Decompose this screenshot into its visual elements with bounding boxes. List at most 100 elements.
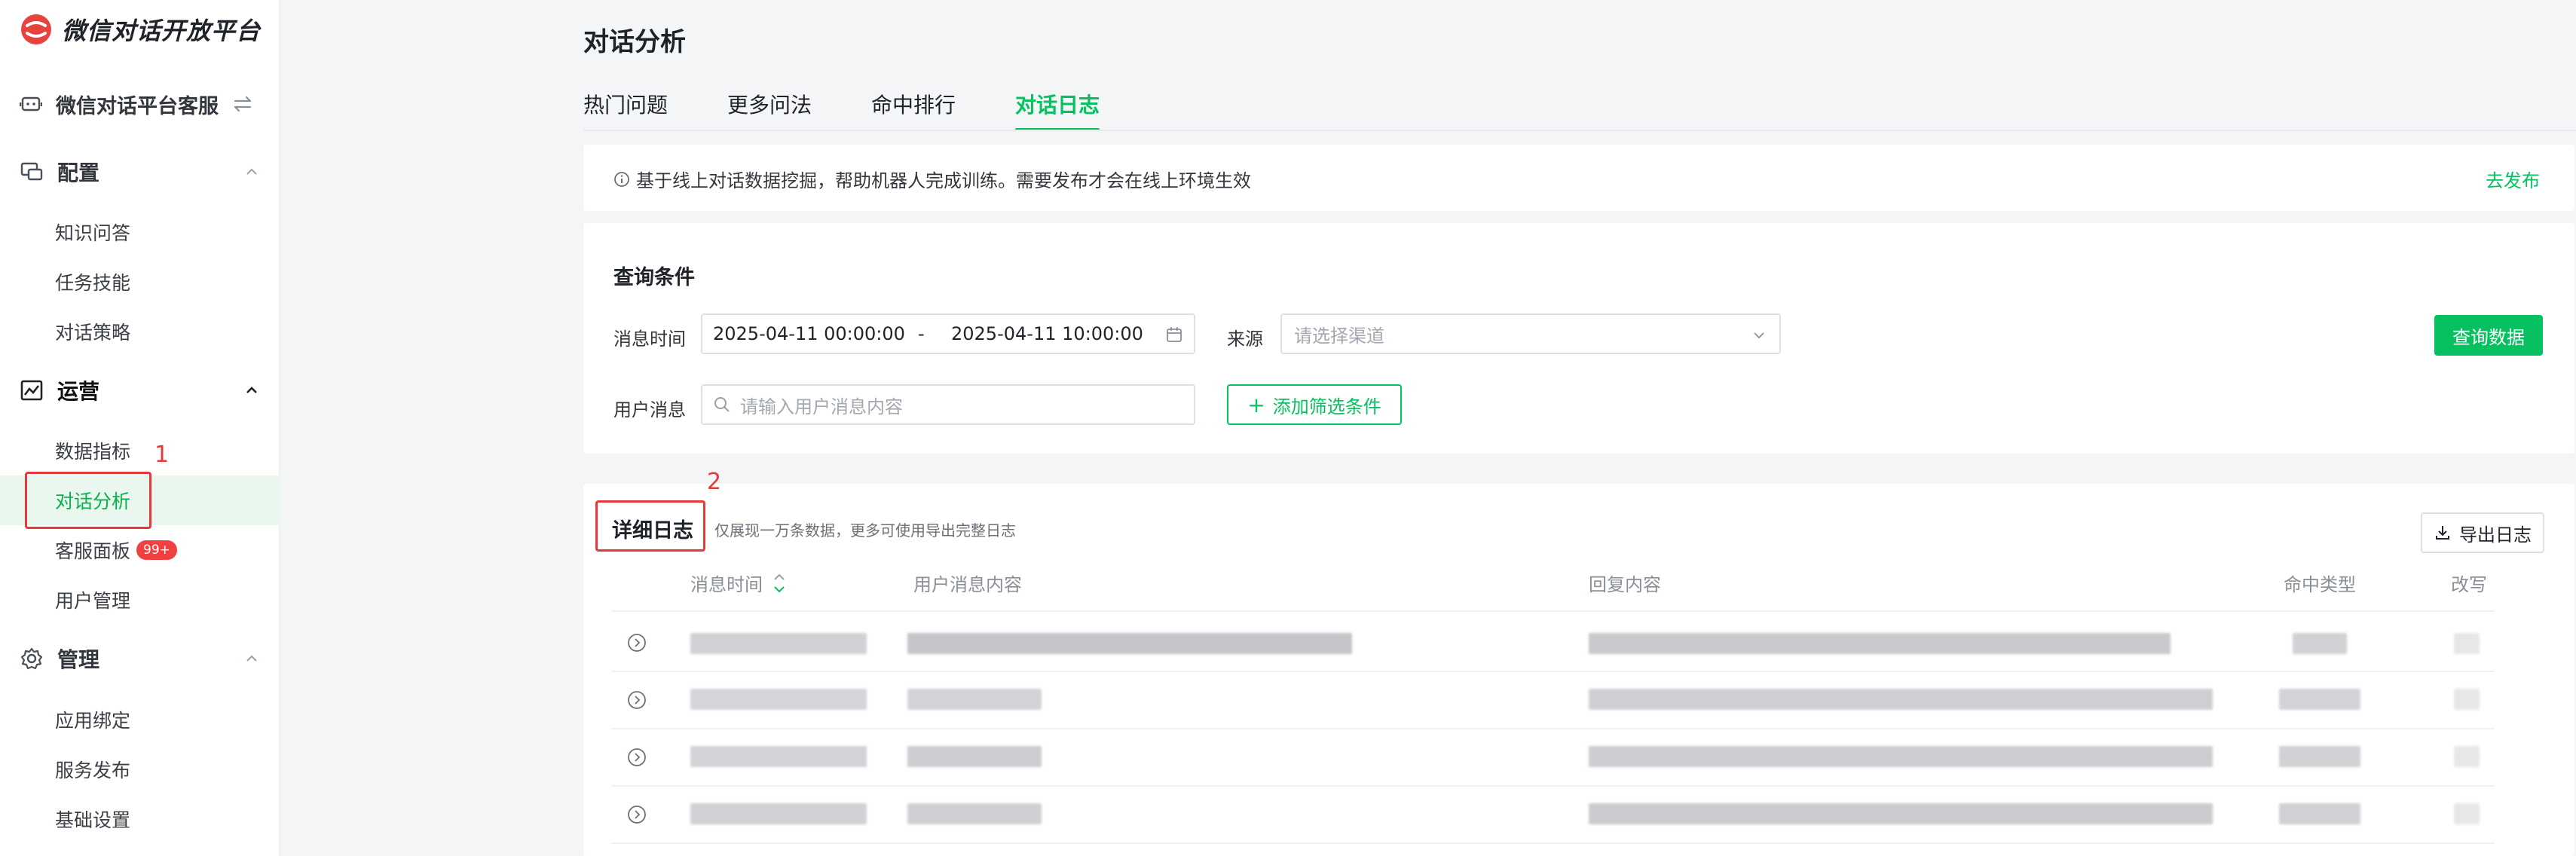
- user-message-label: 用户消息: [613, 399, 686, 420]
- sidebar-item-task-skills[interactable]: 任务技能: [0, 257, 280, 307]
- search-data-button[interactable]: 查询数据: [2434, 315, 2543, 356]
- expand-row-icon[interactable]: [627, 805, 647, 824]
- column-header-user-message: 用户消息内容: [913, 574, 1022, 595]
- blurred-time: [690, 803, 867, 824]
- blurred-rewrite: [2454, 803, 2480, 824]
- notification-badge: 99+: [136, 540, 177, 560]
- blurred-reply: [1589, 689, 2213, 710]
- expand-row-icon[interactable]: [627, 633, 647, 653]
- table-row[interactable]: [612, 728, 2495, 785]
- sidebar-group-label: 运营: [57, 379, 100, 404]
- sort-icon[interactable]: [772, 571, 787, 595]
- search-icon: [714, 397, 730, 412]
- blurred-rewrite: [2454, 746, 2480, 767]
- column-header-reply: 回复内容: [1589, 574, 1661, 595]
- start-time-value[interactable]: 2025-04-11 00:00:00: [713, 323, 918, 344]
- table-row[interactable]: [612, 785, 2495, 842]
- tab-hit-ranking[interactable]: 命中排行: [871, 89, 956, 131]
- service-switcher[interactable]: 微信对话平台客服: [20, 87, 253, 121]
- logs-hint: 仅展现一万条数据，更多可使用导出完整日志: [714, 521, 1016, 540]
- sidebar-group-label: 管理: [57, 647, 100, 672]
- brand-name: 微信对话开放平台: [62, 17, 262, 45]
- service-name: 微信对话平台客服: [56, 94, 219, 118]
- blurred-rewrite: [2454, 689, 2480, 710]
- column-header-hit-type: 命中类型: [2284, 574, 2356, 595]
- time-label: 消息时间: [613, 329, 686, 350]
- publish-link[interactable]: 去发布: [2486, 166, 2540, 192]
- plus-icon: +: [1247, 392, 1265, 417]
- tab-more-phrasings[interactable]: 更多问法: [727, 89, 812, 131]
- annotation-number-1: 1: [154, 442, 170, 468]
- date-separator: -: [918, 323, 925, 344]
- sidebar-item-label: 客服面板: [55, 540, 131, 562]
- column-label: 消息时间: [690, 574, 763, 595]
- sidebar-item-data-metrics[interactable]: 数据指标: [0, 426, 280, 475]
- notice-text-row: 基于线上对话数据挖掘，帮助机器人完成训练。需要发布才会在线上环境生效: [613, 166, 1251, 192]
- swap-icon[interactable]: [232, 93, 253, 115]
- annotation-box-2: [595, 500, 705, 552]
- tab-dialog-log[interactable]: 对话日志: [1015, 89, 1100, 131]
- brand-logo[interactable]: 微信对话开放平台: [20, 12, 261, 47]
- info-icon: [614, 171, 629, 187]
- export-log-label: 导出日志: [2459, 524, 2532, 546]
- end-time-value[interactable]: 2025-04-11 10:00:00: [951, 323, 1143, 344]
- blurred-rewrite: [2454, 633, 2480, 654]
- expand-row-icon[interactable]: [627, 690, 647, 710]
- tab-divider: [583, 130, 2576, 131]
- chevron-down-icon: [1754, 332, 1764, 339]
- user-message-placeholder: 请输入用户消息内容: [740, 396, 903, 417]
- chevron-up-icon: [246, 387, 257, 393]
- blurred-time: [690, 689, 867, 710]
- blurred-hit-type: [2279, 803, 2360, 824]
- tab-hot-questions[interactable]: 热门问题: [583, 89, 668, 131]
- page-title: 对话分析: [583, 27, 686, 57]
- add-filter-button[interactable]: + 添加筛选条件: [1227, 384, 1402, 425]
- user-message-input[interactable]: 请输入用户消息内容: [701, 384, 1195, 425]
- settings-icon: [20, 647, 43, 670]
- sidebar-group-management[interactable]: 管理: [20, 642, 261, 675]
- sidebar-item-dialog-strategy[interactable]: 对话策略: [0, 307, 280, 356]
- sidebar-group-config[interactable]: 配置: [20, 155, 261, 188]
- sidebar-item-app-binding[interactable]: 应用绑定: [0, 695, 280, 744]
- blurred-user-message: [907, 746, 1042, 767]
- blurred-user-message: [907, 633, 1352, 654]
- source-label: 来源: [1227, 329, 1263, 350]
- download-icon: [2436, 526, 2449, 540]
- blurred-time: [690, 633, 867, 654]
- calendar-icon: [1167, 327, 1182, 342]
- brand-logo-icon: [21, 14, 51, 44]
- sidebar-item-knowledge-qa[interactable]: 知识问答: [0, 207, 280, 257]
- export-log-button[interactable]: 导出日志: [2421, 512, 2544, 553]
- notice-banner: 基于线上对话数据挖掘，帮助机器人完成训练。需要发布才会在线上环境生效 去发布: [583, 145, 2574, 211]
- source-placeholder: 请选择渠道: [1294, 325, 1384, 347]
- sidebar-item-cs-panel[interactable]: 客服面板 99+: [0, 525, 280, 575]
- annotation-box-1: [25, 472, 151, 529]
- table-row[interactable]: [612, 671, 2495, 728]
- config-icon: [20, 162, 43, 181]
- logs-panel: 详细日志 仅展现一万条数据，更多可使用导出完整日志 导出日志 消息时间 用户消息…: [583, 484, 2574, 856]
- sidebar-item-user-management[interactable]: 用户管理: [0, 575, 280, 625]
- sidebar-item-basic-settings[interactable]: 基础设置: [0, 794, 280, 844]
- notice-text: 基于线上对话数据挖掘，帮助机器人完成训练。需要发布才会在线上环境生效: [636, 170, 1251, 191]
- bot-icon: [20, 96, 42, 112]
- date-range-picker[interactable]: 2025-04-11 00:00:00 - 2025-04-11 10:00:0…: [701, 313, 1195, 354]
- sidebar: 微信对话开放平台 微信对话平台客服 配置 知识问答 任务技能 对话策略 运营 数…: [0, 0, 280, 856]
- source-select[interactable]: 请选择渠道: [1280, 313, 1781, 354]
- column-header-time[interactable]: 消息时间: [690, 570, 787, 596]
- blurred-reply: [1589, 746, 2213, 767]
- sidebar-group-label: 配置: [57, 160, 100, 185]
- row-divider: [612, 842, 2495, 844]
- sidebar-group-operations[interactable]: 运营: [20, 374, 261, 407]
- chevron-up-icon: [246, 168, 257, 175]
- table-header-divider: [612, 610, 2495, 612]
- column-header-rewrite: 改写: [2451, 574, 2487, 595]
- expand-row-icon[interactable]: [627, 747, 647, 767]
- tab-bar: 热门问题 更多问法 命中排行 对话日志: [583, 89, 1159, 131]
- blurred-reply: [1589, 633, 2171, 654]
- table-row[interactable]: [612, 613, 2495, 671]
- blurred-reply: [1589, 803, 2213, 824]
- sidebar-item-service-publish[interactable]: 服务发布: [0, 744, 280, 794]
- blurred-time: [690, 746, 867, 767]
- chevron-up-icon: [246, 655, 257, 662]
- query-panel: 查询条件 消息时间 2025-04-11 00:00:00 - 2025-04-…: [583, 223, 2574, 454]
